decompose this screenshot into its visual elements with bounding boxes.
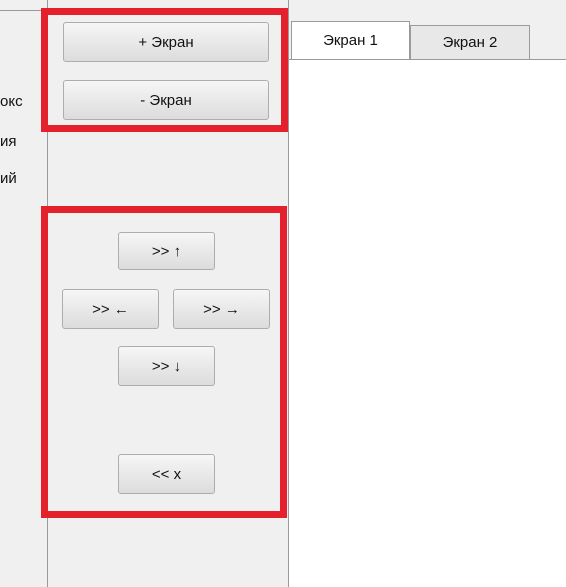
divider xyxy=(0,10,47,11)
partial-label: ия xyxy=(0,133,17,150)
control-panel: + Экран - Экран >> ↑ >> ← >> → >> ↓ << x xyxy=(48,0,288,587)
tab-content-area xyxy=(289,59,566,587)
move-down-button[interactable]: >> ↓ xyxy=(118,346,215,386)
partial-label: ий xyxy=(0,170,17,187)
partial-label: окс xyxy=(0,93,23,110)
remove-screen-button[interactable]: - Экран xyxy=(63,80,269,120)
add-screen-button[interactable]: + Экран xyxy=(63,22,269,62)
move-up-button[interactable]: >> ↑ xyxy=(118,232,215,270)
tab-screen-1[interactable]: Экран 1 xyxy=(291,21,410,59)
left-partial-panel: окс ия ий xyxy=(0,0,47,587)
move-left-button[interactable]: >> ← xyxy=(62,289,159,329)
tab-screen-2[interactable]: Экран 2 xyxy=(410,25,530,59)
move-right-button[interactable]: >> → xyxy=(173,289,270,329)
close-button[interactable]: << x xyxy=(118,454,215,494)
